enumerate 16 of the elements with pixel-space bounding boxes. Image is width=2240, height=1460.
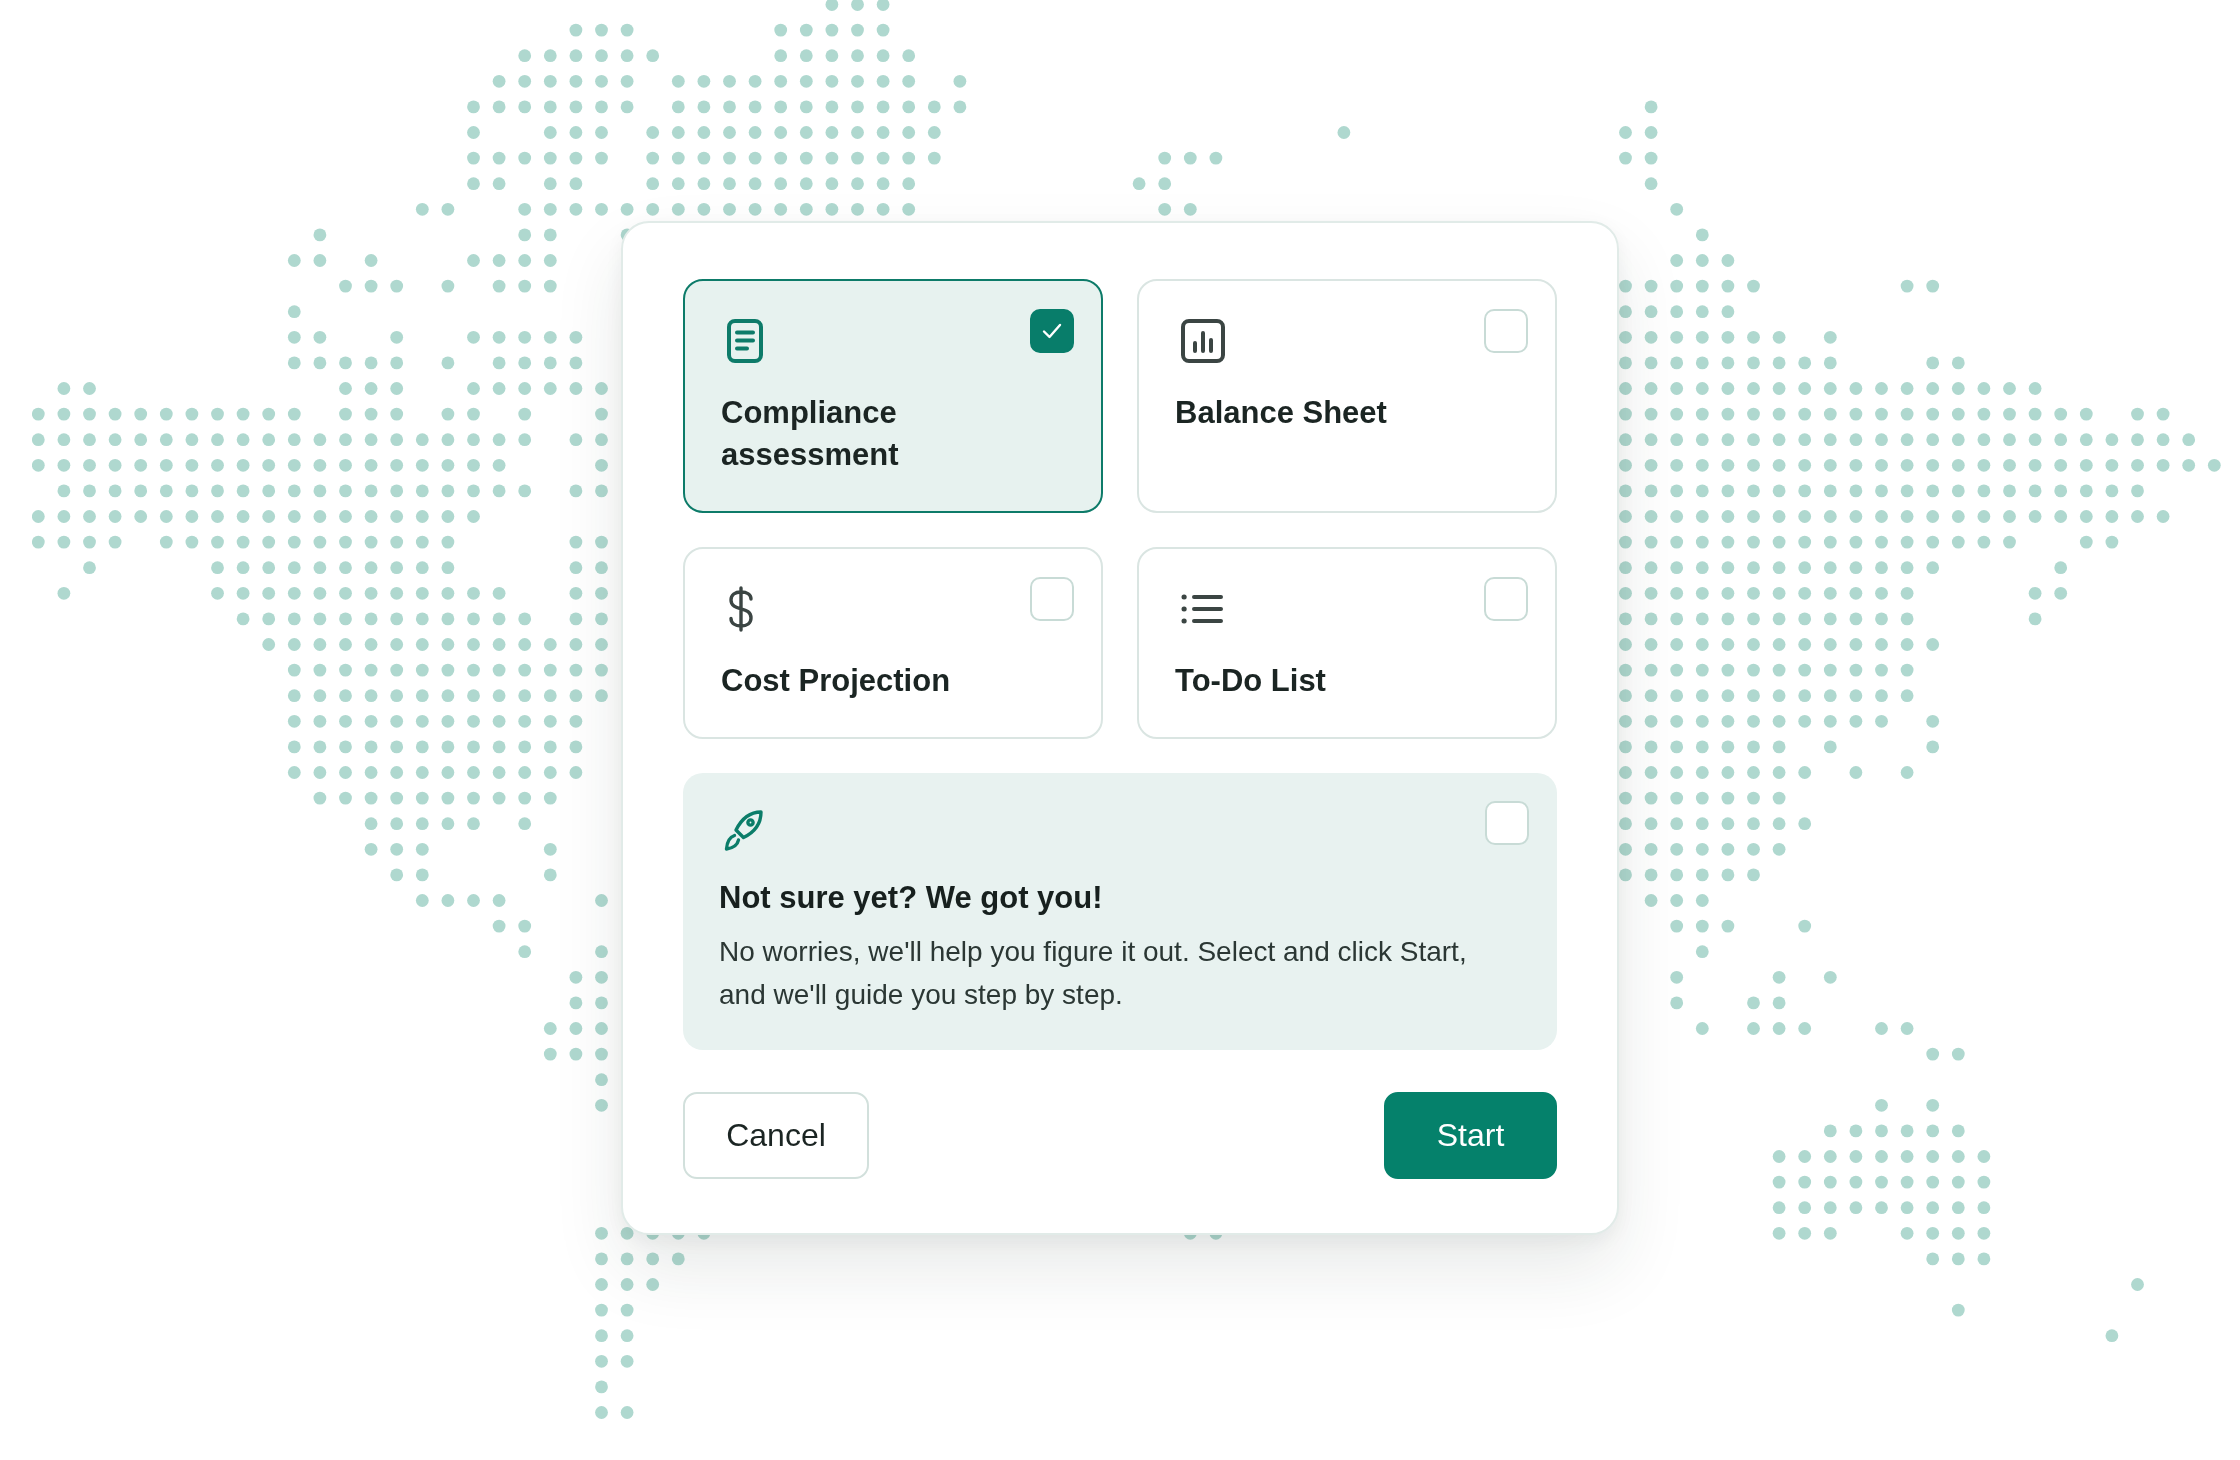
option-heading: Not sure yet? We got you!: [719, 879, 1104, 917]
checkmark-icon: [1042, 323, 1062, 339]
list-icon: [1181, 593, 1223, 625]
bar-chart-icon: [1181, 319, 1225, 363]
guided-option-card[interactable]: Not sure yet? We got you! No worries, we'll help you figure it out. Select and click Start, and we'll guide you step by step.: [683, 773, 1557, 1050]
cancel-button[interactable]: Cancel: [683, 1092, 869, 1179]
option-description: No worries, we'll help you figure it out. Select and click Start, and we'll guide you step by step.: [719, 935, 1468, 1012]
rocket-icon: [722, 809, 764, 853]
option-card[interactable]: To-Do List: [1137, 547, 1557, 739]
option-card[interactable]: Cost Projection: [683, 547, 1103, 739]
option-card[interactable]: Compliance assessment: [683, 279, 1103, 513]
document-icon: [727, 319, 763, 363]
checkbox[interactable]: [1030, 309, 1074, 353]
start-button[interactable]: Start: [1384, 1092, 1557, 1179]
option-card[interactable]: Balance Sheet: [1137, 279, 1557, 513]
dollar-sign-icon: [727, 586, 755, 632]
